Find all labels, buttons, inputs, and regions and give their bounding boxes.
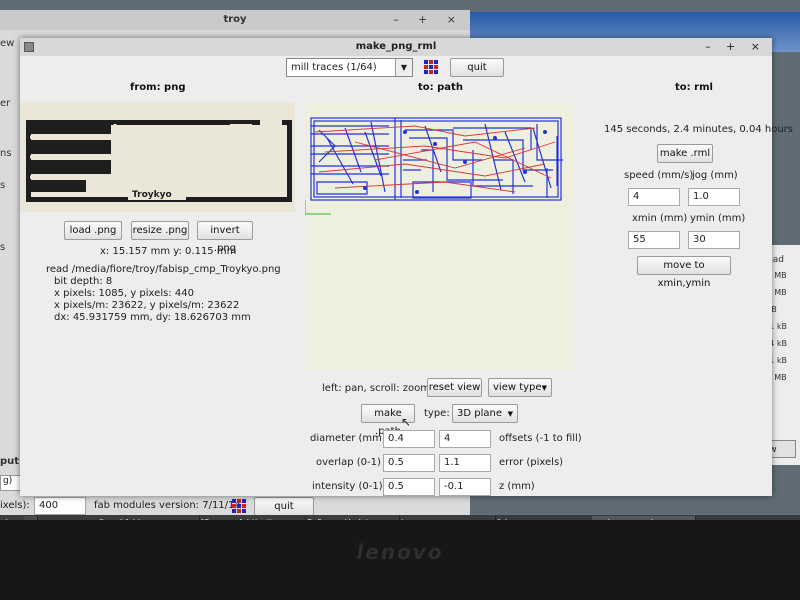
process-select-value: mill traces (1/64)	[291, 62, 377, 73]
diameter-input[interactable]: 0.4	[383, 430, 435, 448]
chevron-down-icon[interactable]: ▼	[395, 59, 412, 76]
mouse-cursor-icon: ↖	[401, 415, 412, 429]
pcb-image: Troykyo	[26, 120, 292, 202]
path-preview[interactable]	[304, 102, 573, 370]
troy-quit-button[interactable]: quit	[254, 497, 314, 516]
jog-input[interactable]: 1.0	[688, 188, 740, 206]
intensity-input[interactable]: 0.5	[383, 478, 435, 496]
z-label: z (mm)	[499, 481, 535, 492]
offsets-label: offsets (-1 to fill)	[499, 433, 582, 444]
view-type-select[interactable]: view type ▼	[488, 378, 552, 397]
type-label: type:	[424, 408, 450, 419]
quit-button[interactable]: quit	[450, 58, 504, 77]
ymin-label: ymin (mm)	[690, 213, 746, 224]
chevron-down-icon: ▼	[541, 384, 547, 392]
pixels-input[interactable]: 400	[34, 497, 86, 515]
make-png-rml-window: make_png_rml – + × mill traces (1/64) ▼ …	[20, 38, 793, 496]
intensity-label: intensity (0-1)	[312, 481, 383, 492]
pixels-label: ixels):	[0, 500, 30, 511]
window-controls[interactable]: – + ×	[705, 40, 766, 53]
speed-label: speed (mm/s)	[624, 170, 694, 181]
info-line: read /media/fiore/troy/fabisp_cmp_Troyky…	[46, 264, 281, 275]
info-line: x pixels/m: 23622, y pixels/m: 23622	[54, 300, 240, 311]
reset-view-button[interactable]: reset view	[427, 378, 482, 397]
troy-fragment: s	[0, 242, 6, 253]
troy-window-controls[interactable]: – + ×	[393, 13, 464, 26]
diameter-label: diameter (mm)	[310, 433, 386, 444]
load-png-button[interactable]: load .png	[64, 221, 122, 240]
offsets-input[interactable]: 4	[439, 430, 491, 448]
cursor-coords: x: 15.157 mm y: 0.115 mm	[100, 246, 237, 257]
window-menu-icon[interactable]	[24, 42, 34, 52]
process-select[interactable]: mill traces (1/64) ▼	[286, 58, 413, 77]
xmin-label: xmin (mm)	[632, 213, 688, 224]
pcb-label: Troykyo	[132, 190, 172, 200]
error-input[interactable]: 1.1	[439, 454, 491, 472]
view-hint: left: pan, scroll: zoom	[322, 383, 430, 394]
png-preview[interactable]: Troykyo	[20, 102, 295, 212]
troy-fragment: er	[0, 98, 11, 109]
info-line: bit depth: 8	[54, 276, 113, 287]
desktop: troy – + × ew er ns s s put fo g) nload …	[0, 0, 800, 520]
chevron-down-icon: ▼	[507, 410, 513, 418]
xmin-input[interactable]: 55	[628, 231, 680, 249]
resize-png-button[interactable]: resize .png	[131, 221, 189, 240]
invert-png-button[interactable]: invert .png	[197, 221, 253, 254]
overlap-input[interactable]: 0.5	[383, 454, 435, 472]
to-rml-header: to: rml	[675, 82, 713, 93]
version-text: fab modules version: 7/11/14	[94, 500, 241, 511]
toolpath-plot	[304, 117, 563, 215]
troy-fragment: ns	[0, 148, 12, 159]
from-png-header: from: png	[130, 82, 186, 93]
fab-grid-icon[interactable]	[232, 499, 246, 513]
troy-status-bar: ixels): 400 fab modules version: 7/11/14…	[0, 497, 470, 516]
info-line: x pixels: 1085, y pixels: 440	[54, 288, 194, 299]
time-estimate: 145 seconds, 2.4 minutes, 0.04 hours	[604, 124, 793, 135]
troy-fragment: ew	[0, 38, 15, 49]
overlap-label: overlap (0-1)	[316, 457, 381, 468]
view-type-label: view type	[493, 382, 542, 393]
laptop-logo: lenovo	[356, 540, 444, 564]
z-input[interactable]: -0.1	[439, 478, 491, 496]
troy-fragment: s	[0, 180, 6, 191]
type-select[interactable]: 3D plane ▼	[452, 404, 518, 423]
jog-label: jog (mm)	[692, 170, 738, 181]
speed-input[interactable]: 4	[628, 188, 680, 206]
type-select-value: 3D plane	[457, 408, 502, 419]
ymin-input[interactable]: 30	[688, 231, 740, 249]
fab-grid-icon[interactable]	[424, 60, 438, 74]
make-rml-button[interactable]: make .rml	[657, 144, 713, 163]
window-title: make_png_rml	[20, 38, 772, 56]
move-to-xmin-ymin-button[interactable]: move to xmin,ymin	[637, 256, 731, 289]
error-label: error (pixels)	[499, 457, 564, 468]
to-path-header: to: path	[418, 82, 463, 93]
info-line: dx: 45.931759 mm, dy: 18.626703 mm	[54, 312, 251, 323]
